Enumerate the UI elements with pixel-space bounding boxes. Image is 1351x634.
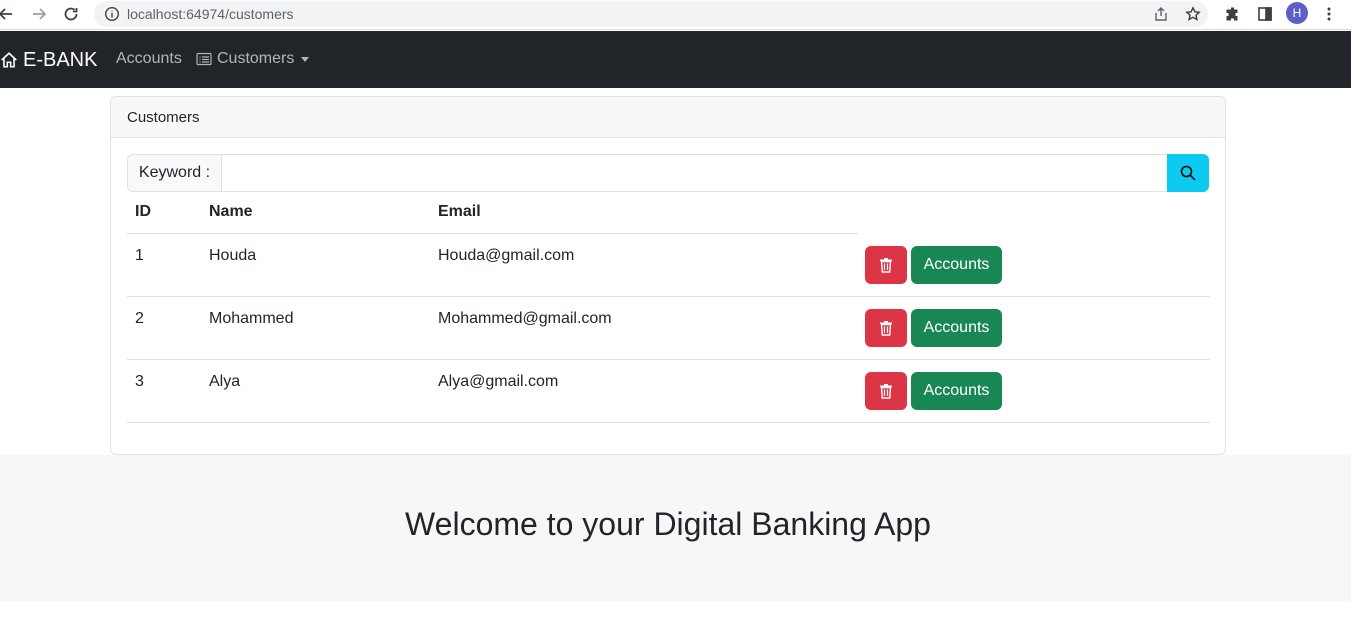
accounts-button[interactable]: Accounts: [911, 372, 1002, 410]
brand-link[interactable]: E-BANK: [0, 49, 97, 71]
kebab-menu-icon[interactable]: [1321, 6, 1337, 22]
cell-id: 2: [135, 310, 144, 327]
welcome-title: Welcome to your Digital Banking App: [405, 506, 931, 542]
home-icon: [1, 52, 17, 68]
accounts-button[interactable]: Accounts: [911, 246, 1002, 284]
nav-customers-dropdown[interactable]: Customers: [196, 50, 310, 68]
table-row: 2 Mohammed Mohammed@gmail.com Accounts: [127, 297, 1210, 360]
search-form: Keyword :: [127, 154, 1210, 192]
delete-button[interactable]: [865, 372, 907, 410]
reload-icon[interactable]: [59, 2, 83, 26]
cell-email: Alya@gmail.com: [438, 373, 559, 390]
keyword-label: Keyword :: [127, 154, 222, 192]
address-bar[interactable]: localhost:64974/customers: [94, 1, 1208, 27]
extensions-icon[interactable]: [1225, 6, 1241, 22]
nav-accounts-label: Accounts: [116, 50, 182, 67]
table-row: 3 Alya Alya@gmail.com Accounts: [127, 360, 1210, 423]
nav-customers-label: Customers: [217, 50, 295, 67]
card-header: Customers: [111, 97, 1225, 138]
cell-name: Alya: [209, 373, 241, 390]
cell-email: Houda@gmail.com: [438, 247, 575, 264]
footer: Welcome to your Digital Banking App: [0, 455, 1351, 601]
accounts-button[interactable]: Accounts: [911, 309, 1002, 347]
card-list-icon: [196, 52, 212, 66]
nav-accounts[interactable]: Accounts: [116, 50, 182, 68]
header-email: Email: [438, 203, 481, 220]
url-text: localhost:64974/customers: [127, 6, 294, 22]
card-title: Customers: [127, 109, 200, 126]
delete-button[interactable]: [865, 246, 907, 284]
cell-name: Houda: [209, 247, 257, 264]
brand-text: E-BANK: [23, 48, 98, 71]
cell-name: Mohammed: [209, 310, 294, 327]
keyword-input[interactable]: [221, 154, 1168, 192]
browser-toolbar: localhost:64974/customers H: [0, 0, 1351, 30]
cell-email: Mohammed@gmail.com: [438, 310, 612, 327]
cell-id: 3: [135, 373, 144, 390]
trash-icon: [880, 258, 892, 273]
delete-button[interactable]: [865, 309, 907, 347]
header-id: ID: [135, 203, 151, 220]
customers-card: Customers Keyword : ID Name Email 1 Houd…: [110, 96, 1226, 455]
back-icon[interactable]: [0, 2, 18, 26]
app-navbar: E-BANK Accounts Customers: [0, 31, 1351, 88]
share-icon[interactable]: [1153, 6, 1169, 22]
search-button[interactable]: [1167, 154, 1209, 192]
search-icon: [1180, 165, 1196, 181]
side-panel-icon[interactable]: [1257, 6, 1273, 22]
cell-id: 1: [135, 247, 144, 264]
info-icon[interactable]: [104, 6, 120, 22]
trash-icon: [880, 384, 892, 399]
caret-down-icon: [301, 56, 310, 62]
trash-icon: [880, 321, 892, 336]
star-icon[interactable]: [1185, 6, 1201, 22]
header-name: Name: [209, 203, 253, 220]
table-row: 1 Houda Houda@gmail.com Accounts: [127, 234, 1210, 297]
profile-avatar[interactable]: H: [1286, 2, 1308, 24]
forward-icon[interactable]: [27, 2, 51, 26]
